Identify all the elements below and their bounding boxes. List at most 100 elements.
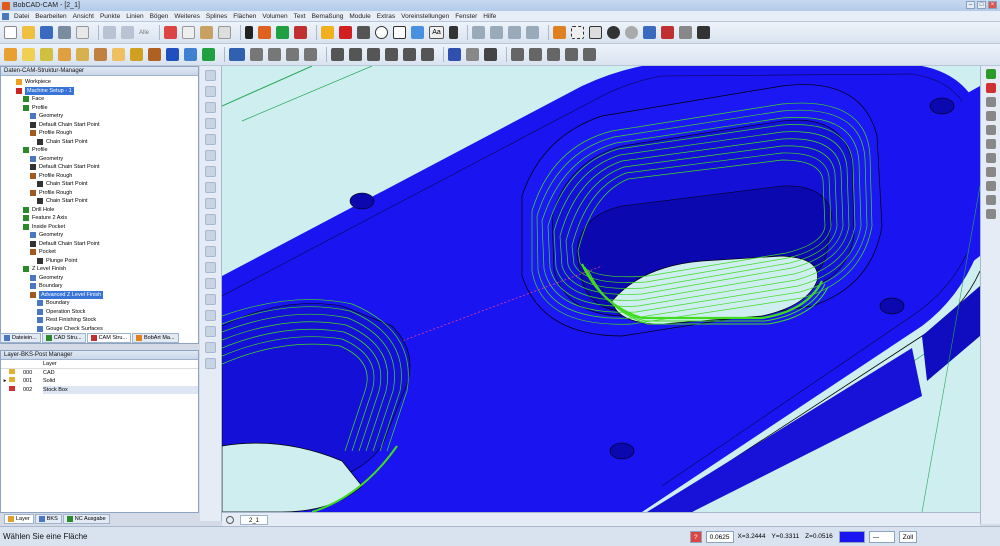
tree-node[interactable]: Pocket	[1, 248, 198, 257]
mirror-icon[interactable]	[349, 48, 362, 61]
deselect-icon[interactable]	[205, 310, 216, 321]
grid-icon[interactable]	[565, 48, 578, 61]
align-icon[interactable]	[490, 26, 504, 39]
menu-text[interactable]: Text	[291, 13, 309, 20]
cut-icon[interactable]	[164, 26, 178, 39]
tree-node[interactable]: Operation Stock	[1, 308, 198, 317]
menu-volumen[interactable]: Volumen	[259, 13, 290, 20]
tree-node[interactable]: Boundary	[1, 282, 198, 291]
menu-bemassung[interactable]: Bemaßung	[309, 13, 347, 20]
tree-node[interactable]: Plunge Point	[1, 257, 198, 266]
select-color-icon[interactable]	[205, 278, 216, 289]
units-select[interactable]: Zoll	[898, 530, 918, 543]
save-icon[interactable]	[40, 26, 53, 39]
layer-visibility-icon[interactable]	[9, 385, 23, 395]
sweep-icon[interactable]	[286, 48, 299, 61]
delete-icon[interactable]	[218, 26, 232, 39]
tab-bks[interactable]: BKS	[34, 514, 62, 524]
analyze-icon[interactable]	[511, 48, 524, 61]
offset-icon[interactable]	[331, 48, 344, 61]
view-nav-icon[interactable]	[226, 515, 234, 524]
cone-icon[interactable]	[58, 48, 71, 61]
line-style-select[interactable]: —	[868, 530, 895, 543]
menu-splines[interactable]: Splines	[203, 13, 230, 20]
shell-icon[interactable]	[184, 48, 197, 61]
undo-icon[interactable]	[103, 26, 116, 39]
tree-node[interactable]: Geometry	[1, 112, 198, 121]
active-layer-icon[interactable]: ▸	[1, 377, 9, 386]
tree-node[interactable]: Profile Rough	[1, 172, 198, 181]
tree-node[interactable]: Chain Start Point	[1, 197, 198, 206]
rectangle-icon[interactable]	[393, 26, 407, 39]
text-icon[interactable]: Aa	[429, 26, 445, 39]
menu-weiteres[interactable]: Weiteres	[171, 13, 203, 20]
zoom-window-icon[interactable]	[571, 26, 585, 39]
option-6-icon[interactable]	[985, 195, 996, 205]
document-icon[interactable]	[2, 12, 9, 20]
cancel-x-icon[interactable]	[985, 83, 996, 93]
tree-node[interactable]: Face	[1, 95, 198, 104]
tree-node[interactable]: Rest Finishing Stock	[1, 316, 198, 325]
array-icon[interactable]	[367, 48, 380, 61]
layer-row[interactable]: 000 CAD	[1, 368, 198, 378]
dimension-icon[interactable]	[472, 26, 486, 39]
revolve-icon[interactable]	[148, 48, 161, 61]
undo-all-label[interactable]: Alle	[139, 30, 149, 36]
menu-module[interactable]: Module	[346, 13, 373, 20]
layer-row[interactable]: ▸ 001 Solid	[1, 377, 198, 386]
tree-node[interactable]: Feature 2 Axis	[1, 214, 198, 223]
print-preview-icon[interactable]	[76, 26, 89, 39]
menu-voreinstellungen[interactable]: Voreinstellungen	[398, 13, 452, 20]
tree-node[interactable]: Chain Start Point	[1, 138, 198, 147]
sphere-icon[interactable]	[76, 48, 89, 61]
layer-visibility-icon[interactable]	[9, 368, 23, 378]
tab-bobart[interactable]: BobArt Ma...	[132, 333, 179, 343]
tree-node[interactable]: Advanced Z Level Finish	[1, 290, 198, 299]
select-previous-icon[interactable]	[205, 342, 216, 353]
fillet-icon[interactable]	[202, 48, 215, 61]
invert-selection-icon[interactable]	[205, 326, 216, 337]
help-icon[interactable]: ?	[690, 530, 702, 543]
measure-icon[interactable]	[449, 26, 459, 39]
option-1-icon[interactable]	[985, 125, 996, 135]
tab-layer[interactable]: Layer	[4, 514, 34, 524]
menu-ansicht[interactable]: Ansicht	[70, 13, 97, 20]
tree-node[interactable]: Gouge Check Surfaces	[1, 325, 198, 334]
prev-icon[interactable]	[985, 111, 996, 121]
wedge-icon[interactable]	[112, 48, 125, 61]
select-edge-icon[interactable]	[205, 182, 216, 193]
layer-visibility-icon[interactable]	[9, 377, 23, 386]
tab-dateien[interactable]: Dateiein...	[0, 333, 41, 343]
copy-transform-icon[interactable]	[421, 48, 434, 61]
select-arrow-icon[interactable]	[245, 26, 254, 39]
distribute-icon[interactable]	[508, 26, 522, 39]
redo-icon[interactable]	[121, 26, 134, 39]
view-front-icon[interactable]	[661, 26, 675, 39]
menu-flaechen[interactable]: Flächen	[230, 13, 259, 20]
option-5-icon[interactable]	[985, 181, 996, 191]
layer-color-icon[interactable]	[339, 26, 353, 39]
surface-icon[interactable]	[250, 48, 263, 61]
wireframe-icon[interactable]	[466, 48, 479, 61]
select-layer-icon[interactable]	[205, 262, 216, 273]
tab-cam-struktur[interactable]: CAM Stru...	[86, 333, 131, 343]
line-style-icon[interactable]	[294, 26, 308, 39]
select-line-icon[interactable]	[205, 86, 216, 97]
tree-node[interactable]: Geometry	[1, 274, 198, 283]
select-chain-icon[interactable]	[205, 198, 216, 209]
open-folder-icon[interactable]	[22, 26, 35, 39]
extrude-icon[interactable]	[130, 48, 143, 61]
select-polygon-icon[interactable]	[205, 230, 216, 241]
view-tab-2-1[interactable]: 2_1	[240, 514, 269, 525]
tree-node[interactable]: Machine Setup - 1	[1, 86, 198, 95]
menu-linien[interactable]: Linien	[123, 13, 146, 20]
move-icon[interactable]	[403, 48, 416, 61]
tab-cad-struktur[interactable]: CAD Stru...	[41, 333, 86, 343]
3d-viewport[interactable]	[222, 66, 980, 512]
menu-hilfe[interactable]: Hilfe	[480, 13, 499, 20]
orbit-icon[interactable]	[625, 26, 639, 39]
rotate-icon[interactable]	[607, 26, 621, 39]
select-all-icon[interactable]	[205, 246, 216, 257]
menu-extras[interactable]: Extras	[374, 13, 398, 20]
tree-node[interactable]: Profile	[1, 146, 198, 155]
